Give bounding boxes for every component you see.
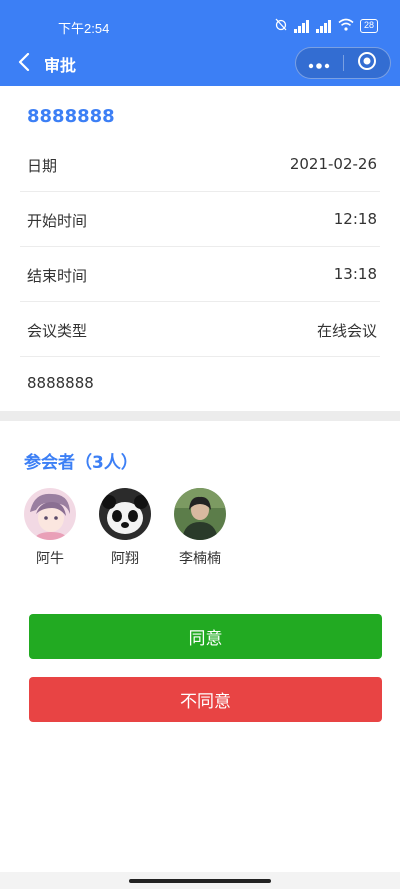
app-header: 下午2:54 28 审批 bbox=[0, 0, 400, 86]
agree-button[interactable]: 同意 bbox=[29, 614, 382, 659]
close-button[interactable] bbox=[343, 48, 390, 78]
row-value: 13:18 bbox=[333, 265, 377, 283]
detail-row-date: 日期 2021-02-26 bbox=[20, 137, 380, 192]
row-label: 会议类型 bbox=[27, 322, 88, 340]
row-label: 结束时间 bbox=[27, 267, 88, 285]
attendee-name: 阿牛 bbox=[36, 551, 64, 567]
row-value: 2021-02-26 bbox=[289, 155, 377, 173]
home-indicator[interactable] bbox=[129, 879, 271, 883]
alarm-off-icon bbox=[274, 16, 288, 35]
row-label: 日期 bbox=[27, 157, 58, 175]
attendee-name: 阿翔 bbox=[111, 551, 139, 567]
more-dots-icon bbox=[308, 54, 330, 73]
meeting-title: 8888888 bbox=[27, 106, 115, 127]
signal-icon bbox=[315, 19, 332, 33]
row-label: 开始时间 bbox=[27, 212, 88, 230]
attendee-item[interactable]: 阿翔 bbox=[95, 488, 155, 568]
status-bar: 下午2:54 28 bbox=[0, 0, 400, 44]
status-time: 下午2:54 bbox=[58, 21, 110, 36]
row-value: 在线会议 bbox=[316, 322, 377, 340]
attendee-item[interactable]: 阿牛 bbox=[20, 488, 80, 568]
status-icons: 28 bbox=[274, 16, 378, 35]
page-title: 审批 bbox=[44, 56, 77, 75]
anime-avatar bbox=[24, 488, 76, 540]
detail-row-start-time: 开始时间 12:18 bbox=[20, 192, 380, 247]
target-icon bbox=[357, 51, 377, 75]
attendee-name: 李楠楠 bbox=[179, 551, 221, 567]
signal-icon bbox=[293, 19, 310, 33]
nav-bar: 审批 bbox=[0, 44, 400, 86]
attendees-title: 参会者（3人） bbox=[24, 453, 138, 473]
photo-avatar bbox=[174, 488, 226, 540]
attendee-item[interactable]: 李楠楠 bbox=[170, 488, 230, 568]
battery-icon: 28 bbox=[359, 18, 378, 33]
chevron-left-icon bbox=[18, 52, 30, 75]
disagree-button[interactable]: 不同意 bbox=[29, 677, 382, 722]
detail-row-meeting-type: 会议类型 在线会议 bbox=[20, 302, 380, 357]
more-button[interactable] bbox=[296, 48, 343, 78]
panda-avatar bbox=[99, 488, 151, 540]
row-value: 12:18 bbox=[333, 210, 377, 228]
back-button[interactable] bbox=[12, 52, 36, 76]
detail-row-end-time: 结束时间 13:18 bbox=[20, 247, 380, 302]
meeting-note: 8888888 bbox=[27, 374, 94, 392]
section-divider bbox=[0, 411, 400, 421]
wifi-icon bbox=[338, 16, 354, 35]
mini-program-capsule bbox=[295, 47, 391, 79]
